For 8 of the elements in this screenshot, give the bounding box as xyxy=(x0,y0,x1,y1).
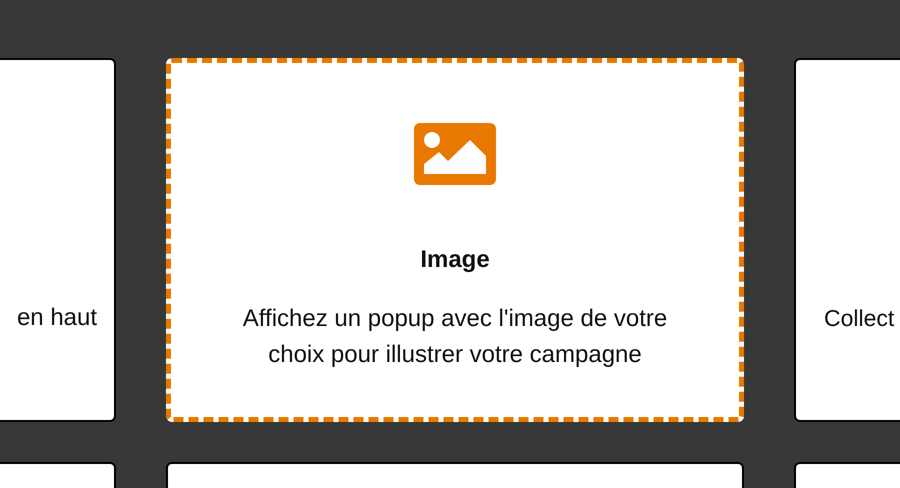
card-description: Affichez un popup avec l'image de votre choix pour illustrer votre campagne xyxy=(242,304,668,370)
card-title: Image xyxy=(420,245,490,275)
card-description: Collect xyxy=(823,304,894,333)
card[interactable]: en haut xyxy=(0,58,116,422)
card-description: en haut xyxy=(16,303,98,333)
card[interactable]: Collect xyxy=(794,58,900,422)
image-icon xyxy=(414,123,496,185)
card[interactable]: Image Affichez un popup avec l'image de votre choix pour illustrer votre campagne xyxy=(166,58,744,422)
